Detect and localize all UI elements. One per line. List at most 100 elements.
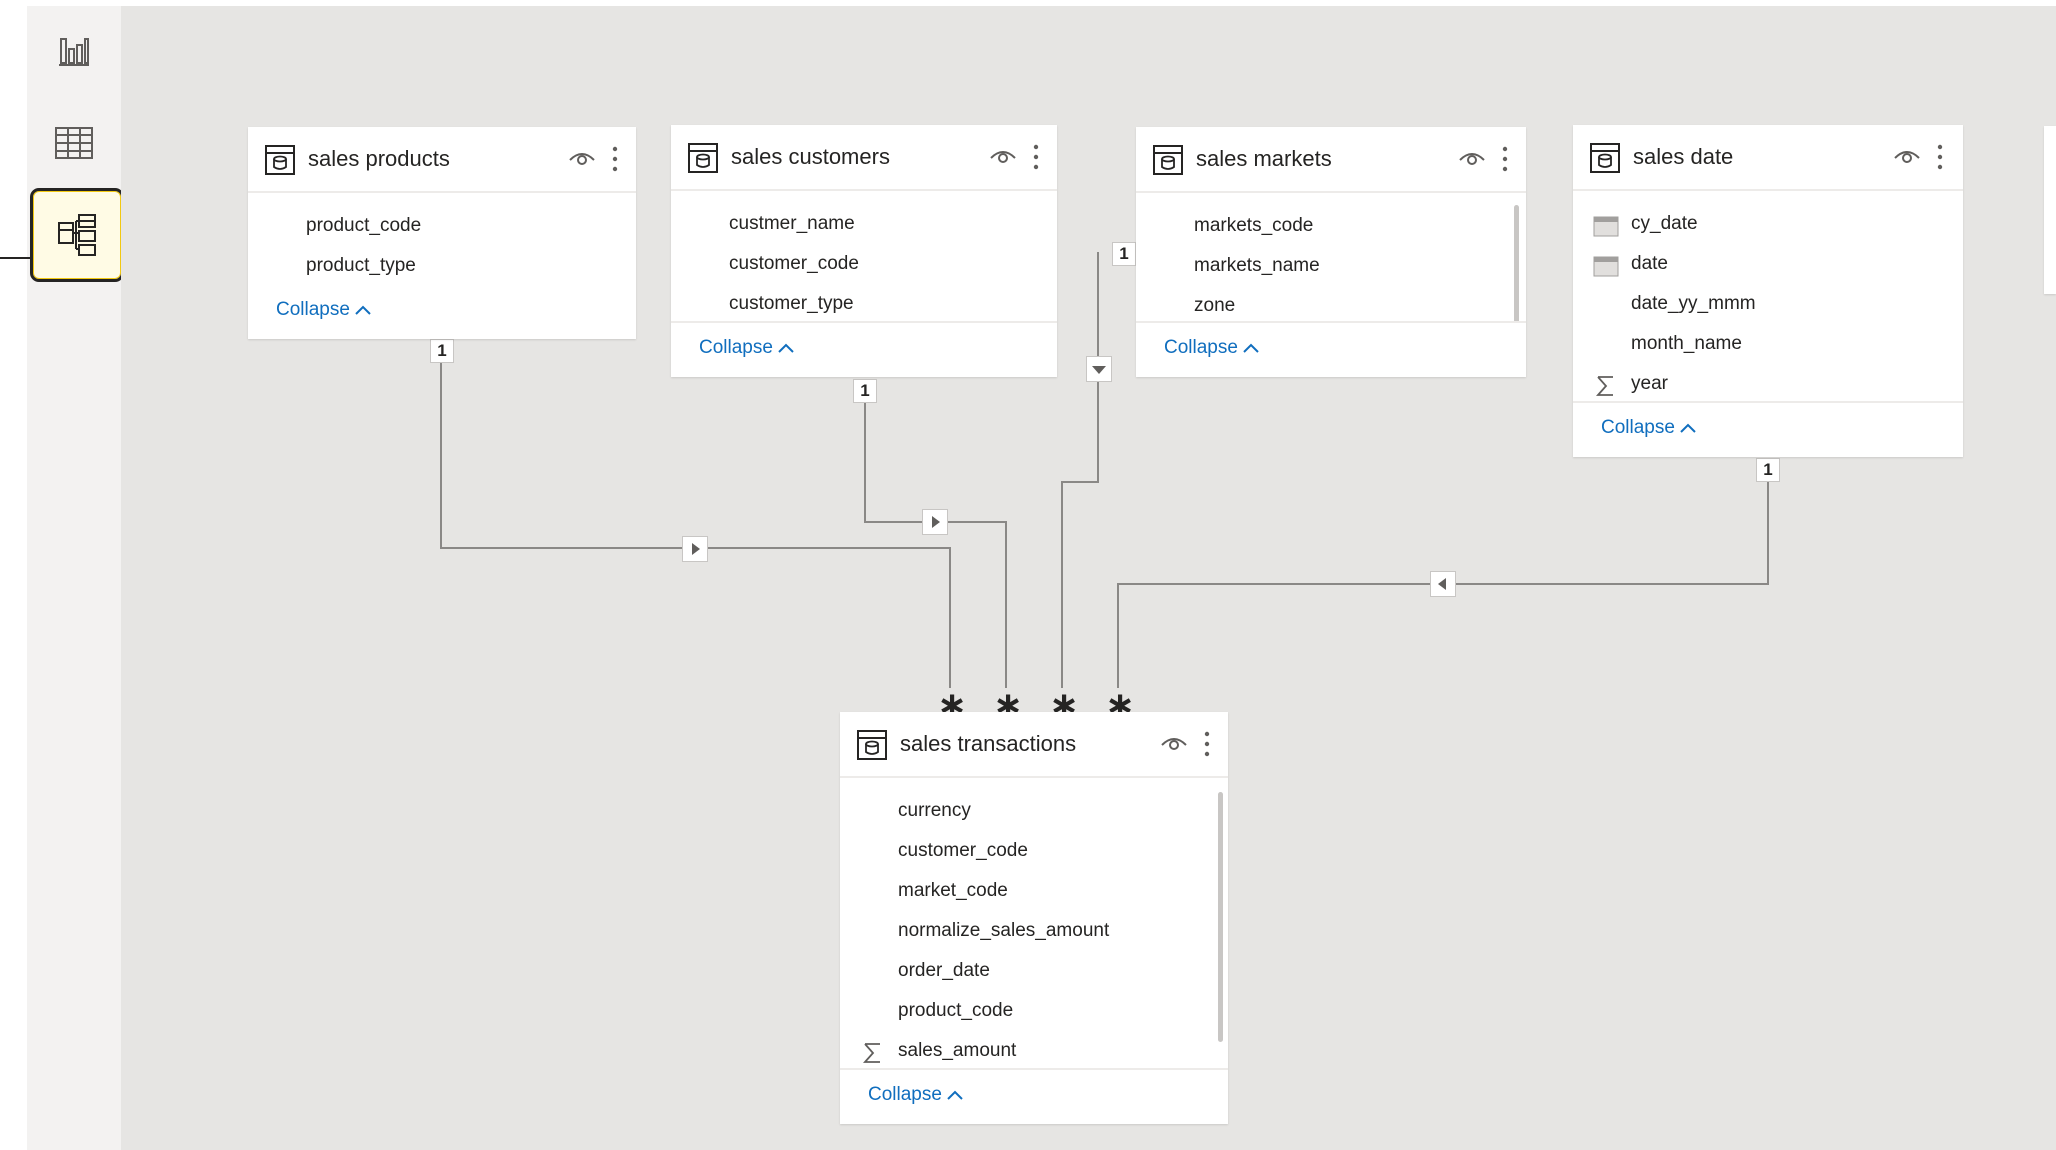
collapse-link[interactable]: Collapse [868, 1084, 964, 1106]
collapse-label: Collapse [699, 337, 773, 358]
table-title: sales customers [731, 144, 890, 169]
relationship-customers-transactions [864, 390, 1007, 688]
model-view-window: 1 1 1 1 ∗ ∗ ∗ ∗ sales products product_c… [0, 0, 2056, 1150]
visibility-eye-icon[interactable] [989, 145, 1017, 167]
collapse-link[interactable]: Collapse [276, 299, 372, 321]
table-icon [1153, 145, 1183, 175]
table-card-header[interactable]: sales customers [671, 125, 1057, 191]
field-row[interactable]: normalize_sales_amount [860, 918, 1180, 946]
table-card-sales-products[interactable]: sales products product_code product_type… [248, 127, 636, 339]
field-name: product_code [898, 1000, 1014, 1021]
field-row[interactable]: cy_date [1593, 211, 1933, 239]
many-cardinality-label: ∗ [937, 684, 968, 725]
table-card-header[interactable]: sales products [248, 127, 636, 193]
one-cardinality-label: 1 [853, 379, 877, 403]
collapse-label: Collapse [1164, 337, 1238, 358]
field-name: order_date [898, 960, 990, 981]
more-options-icon[interactable] [1935, 143, 1945, 171]
table-icon [1590, 143, 1620, 173]
field-row[interactable]: market_code [860, 878, 1180, 906]
filter-direction-down-icon[interactable] [1086, 356, 1112, 382]
many-cardinality-label: ∗ [1049, 684, 1080, 725]
field-row[interactable]: order_date [860, 958, 1180, 986]
field-name: year [1631, 373, 1668, 394]
more-options-icon[interactable] [610, 145, 620, 173]
table-card-header[interactable]: sales date [1573, 125, 1963, 191]
table-icon [857, 730, 887, 760]
table-card-sales-transactions[interactable]: sales transactions currency customer_cod… [840, 712, 1228, 1124]
sigma-icon [862, 1043, 880, 1063]
field-row[interactable]: date [1593, 251, 1933, 279]
visibility-eye-icon[interactable] [568, 147, 596, 169]
collapse-label: Collapse [1601, 417, 1675, 438]
field-row[interactable]: year [1593, 371, 1933, 399]
filter-direction-left-icon[interactable] [1430, 571, 1456, 597]
table-card-footer: Collapse [248, 285, 636, 339]
table-title: sales products [308, 146, 450, 171]
table-icon [688, 143, 718, 173]
field-name: month_name [1631, 333, 1742, 354]
filter-direction-right-icon[interactable] [682, 536, 708, 562]
more-options-icon[interactable] [1500, 145, 1510, 173]
table-card-sales-date[interactable]: sales date cy_date date date_yy_mmm mont… [1573, 125, 1963, 457]
field-row[interactable]: product_code [860, 998, 1180, 1026]
more-options-icon[interactable] [1031, 143, 1041, 171]
table-card-header[interactable]: sales markets [1136, 127, 1526, 193]
field-name: zone [1194, 295, 1236, 316]
chevron-up-icon [778, 343, 794, 353]
field-name: custmer_name [729, 213, 855, 234]
field-row[interactable]: sales_amount [860, 1038, 1180, 1066]
collapse-link[interactable]: Collapse [1164, 337, 1260, 359]
field-name: normalize_sales_amount [898, 920, 1110, 941]
field-row[interactable]: date_yy_mmm [1593, 291, 1933, 319]
field-row[interactable]: currency [860, 798, 1180, 826]
field-list-scrollbar[interactable] [1514, 205, 1519, 323]
table-card-footer: Collapse [840, 1068, 1228, 1124]
field-name: product_code [306, 215, 422, 236]
table-card-footer: Collapse [1136, 321, 1526, 377]
chevron-up-icon [355, 305, 371, 315]
collapse-link[interactable]: Collapse [1601, 417, 1697, 439]
collapse-label: Collapse [276, 299, 350, 320]
table-icon [265, 145, 295, 175]
table-card-sales-customers[interactable]: sales customers custmer_name customer_co… [671, 125, 1057, 377]
field-list-scrollbar[interactable] [1218, 792, 1223, 1042]
visibility-eye-icon[interactable] [1160, 732, 1188, 754]
filter-direction-right-icon[interactable] [922, 509, 948, 535]
field-name: date [1631, 253, 1668, 274]
table-card-header[interactable]: sales transactions [840, 712, 1228, 778]
table-card-offscreen[interactable] [2044, 126, 2056, 294]
one-cardinality-label: 1 [1756, 458, 1780, 482]
field-name: markets_code [1194, 215, 1314, 236]
collapse-link[interactable]: Collapse [699, 337, 795, 359]
one-cardinality-label: 1 [430, 339, 454, 363]
field-name: market_code [898, 880, 1008, 901]
field-name: sales_amount [898, 1040, 1017, 1061]
visibility-eye-icon[interactable] [1893, 145, 1921, 167]
table-card-footer: Collapse [1573, 401, 1963, 457]
field-row[interactable]: customer_code [860, 838, 1180, 866]
relationship-markets-transactions [1061, 252, 1099, 688]
more-options-icon[interactable] [1202, 730, 1212, 758]
visibility-eye-icon[interactable] [1458, 147, 1486, 169]
field-name: customer_code [729, 253, 859, 274]
table-title: sales date [1633, 144, 1734, 169]
table-title: sales markets [1196, 146, 1332, 171]
field-name: customer_type [729, 293, 854, 314]
many-cardinality-label: ∗ [993, 684, 1024, 725]
chevron-up-icon [947, 1090, 963, 1100]
table-card-footer: Collapse [671, 321, 1057, 377]
one-cardinality-label: 1 [1112, 242, 1136, 266]
field-row[interactable]: month_name [1593, 331, 1933, 359]
field-name: markets_name [1194, 255, 1320, 276]
chevron-up-icon [1243, 343, 1259, 353]
field-name: cy_date [1631, 213, 1698, 234]
chevron-up-icon [1680, 423, 1696, 433]
table-title: sales transactions [900, 731, 1077, 756]
field-name: currency [898, 800, 971, 821]
field-name: product_type [306, 255, 416, 276]
table-card-sales-markets[interactable]: sales markets markets_code markets_name … [1136, 127, 1526, 377]
field-name: date_yy_mmm [1631, 293, 1756, 314]
sigma-icon [1595, 376, 1613, 396]
field-name: customer_code [898, 840, 1028, 861]
